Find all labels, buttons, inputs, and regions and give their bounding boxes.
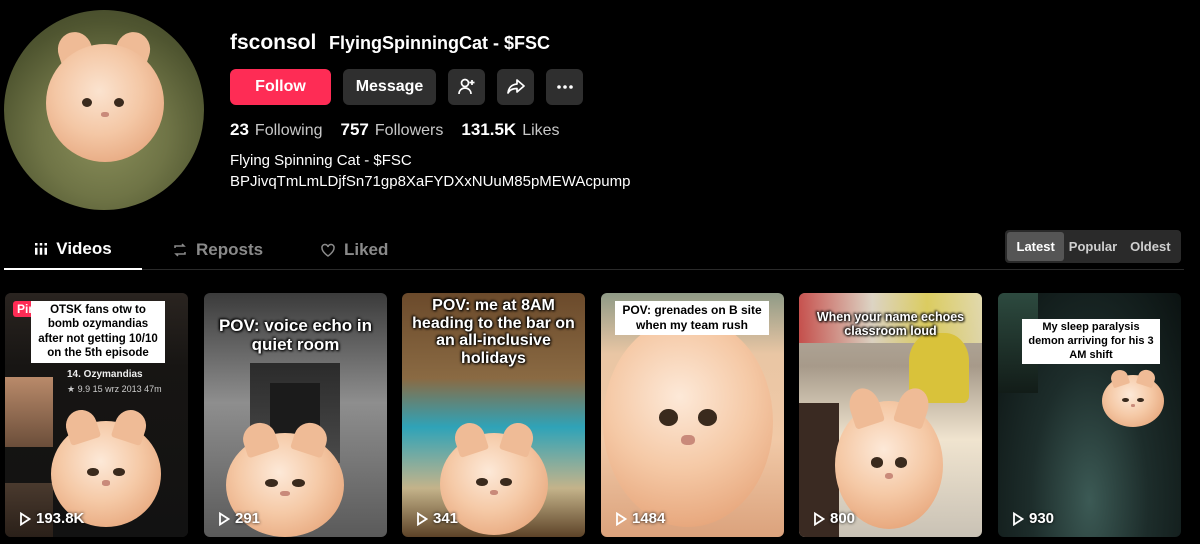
sort-toggle: Latest Popular Oldest xyxy=(1005,230,1181,263)
video-card[interactable]: My sleep paralysis demon arriving for hi… xyxy=(998,293,1181,537)
play-icon xyxy=(616,511,627,526)
bio-line: Flying Spinning Cat - $FSC xyxy=(230,152,412,169)
stat-value: 23 xyxy=(230,120,249,139)
view-count: 930 xyxy=(1012,510,1054,527)
add-friend-button[interactable] xyxy=(448,69,485,105)
play-icon xyxy=(219,511,230,526)
episode-title: 14. Ozymandias xyxy=(67,369,143,380)
message-button[interactable]: Message xyxy=(343,69,436,105)
tab-liked[interactable]: Liked xyxy=(320,230,388,270)
username: fsconsol xyxy=(230,31,317,54)
more-icon xyxy=(556,85,573,89)
video-caption: When your name echoes classroom loud xyxy=(816,310,965,338)
profile-stats: 23 Following 757 Followers 131.5K Likes xyxy=(230,120,578,140)
follow-button[interactable]: Follow xyxy=(230,69,331,105)
stat-value: 131.5K xyxy=(461,120,517,139)
video-caption: POV: voice echo in quiet room xyxy=(218,316,373,354)
play-icon xyxy=(814,511,825,526)
add-user-icon xyxy=(457,78,474,95)
video-caption: OTSK fans otw to bomb ozymandias after n… xyxy=(31,301,165,363)
tab-reposts[interactable]: Reposts xyxy=(172,230,263,270)
play-icon xyxy=(1013,511,1024,526)
video-card[interactable]: POV: grenades on B site when my team rus… xyxy=(601,293,784,537)
sort-oldest[interactable]: Oldest xyxy=(1122,232,1179,261)
stat-following[interactable]: 23 Following xyxy=(230,120,323,140)
heart-lock-icon xyxy=(321,243,335,257)
share-button[interactable] xyxy=(497,69,534,105)
stat-label: Followers xyxy=(374,122,444,139)
sort-popular[interactable]: Popular xyxy=(1064,232,1121,261)
grid-icon xyxy=(35,243,48,255)
video-caption: POV: grenades on B site when my team rus… xyxy=(615,301,769,335)
nickname: FlyingSpinningCat - $FSC xyxy=(329,33,550,53)
tab-label: Reposts xyxy=(196,240,264,259)
view-count: 291 xyxy=(218,510,260,527)
repost-icon xyxy=(174,243,186,257)
stat-label: Likes xyxy=(522,122,560,139)
play-icon xyxy=(20,511,31,526)
sort-latest[interactable]: Latest xyxy=(1007,232,1065,261)
video-card[interactable]: POV: me at 8AM heading to the bar on an … xyxy=(402,293,585,537)
share-icon xyxy=(506,79,525,94)
stat-followers[interactable]: 757 Followers xyxy=(341,120,444,140)
tab-videos[interactable]: Videos xyxy=(4,230,142,270)
tab-label: Videos xyxy=(56,239,112,258)
view-count: 800 xyxy=(813,510,855,527)
video-card[interactable]: POV: voice echo in quiet room 291 xyxy=(204,293,387,537)
video-caption: My sleep paralysis demon arriving for hi… xyxy=(1022,319,1160,365)
tab-label: Liked xyxy=(344,240,389,259)
view-count: 1484 xyxy=(615,510,665,527)
play-icon xyxy=(417,511,428,526)
stat-value: 757 xyxy=(340,120,369,139)
stat-label: Following xyxy=(254,122,323,139)
view-count: 193.8K xyxy=(19,510,84,527)
video-card[interactable]: 14. Ozymandias ★ 9.9 15 wrz 2013 47m Pin… xyxy=(5,293,188,537)
view-count: 341 xyxy=(416,510,458,527)
profile-avatar xyxy=(4,10,204,210)
bio-contract-address: BPJivqTmLmLDjfSn71gp8XaFYDXxNUuM85pMEWAc… xyxy=(230,173,631,190)
video-caption: POV: me at 8AM heading to the bar on an … xyxy=(412,297,575,367)
more-options-button[interactable] xyxy=(546,69,583,105)
video-card[interactable]: When your name echoes classroom loud 800 xyxy=(799,293,982,537)
stat-likes: 131.5K Likes xyxy=(461,120,559,140)
episode-meta: ★ 9.9 15 wrz 2013 47m xyxy=(67,384,162,394)
